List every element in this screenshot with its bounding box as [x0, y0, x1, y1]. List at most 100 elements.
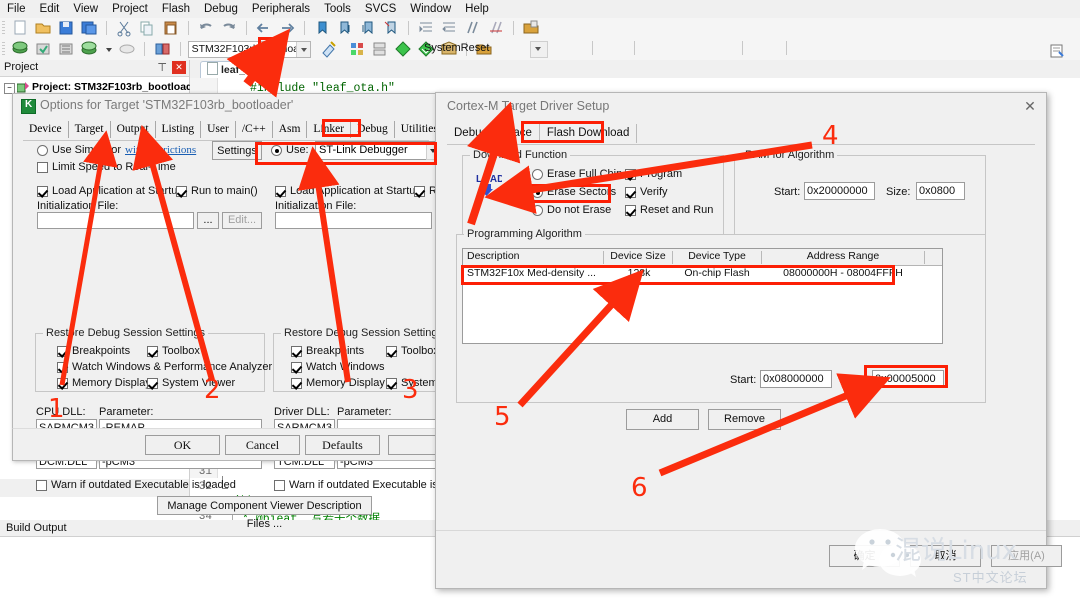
- prev-bookmark-icon[interactable]: [359, 19, 377, 37]
- outdent-icon[interactable]: [440, 19, 458, 37]
- save-icon[interactable]: [57, 19, 75, 37]
- left-load-app-checkbox[interactable]: [37, 186, 48, 197]
- options-cancel-button[interactable]: Cancel: [225, 435, 300, 455]
- ram-start-input[interactable]: 0x20000000: [804, 182, 875, 200]
- right-watch-checkbox[interactable]: [291, 362, 302, 373]
- limit-speed-checkbox[interactable]: [37, 162, 48, 173]
- menu-item-window[interactable]: Window: [403, 0, 458, 18]
- left-init-file-input[interactable]: [37, 212, 194, 229]
- column-header-address-range[interactable]: Address Range: [763, 250, 923, 262]
- column-header-device-size[interactable]: Device Size: [605, 250, 671, 262]
- batch-build-dropdown-icon[interactable]: [103, 40, 113, 58]
- paste-icon[interactable]: [162, 19, 180, 37]
- next-bookmark-icon[interactable]: [336, 19, 354, 37]
- tab-asm[interactable]: Asm: [273, 121, 308, 138]
- programming-algorithm-table[interactable]: Description Device Size Device Type Addr…: [462, 248, 943, 344]
- right-init-file-input[interactable]: [275, 212, 432, 229]
- flash-start-input[interactable]: 0x08000000: [760, 370, 832, 388]
- batch-build-icon[interactable]: [80, 40, 98, 58]
- menu-item-view[interactable]: View: [66, 0, 105, 18]
- verify-checkbox[interactable]: [625, 187, 636, 198]
- manage-project-items-icon[interactable]: [154, 40, 172, 58]
- left-sysviewer-checkbox[interactable]: [147, 378, 158, 389]
- open-file-icon[interactable]: [34, 19, 52, 37]
- tab-output[interactable]: Output: [111, 121, 156, 138]
- stop-build-icon[interactable]: [118, 40, 136, 58]
- right-breakpoints-checkbox[interactable]: [291, 346, 302, 357]
- menu-item-project[interactable]: Project: [105, 0, 155, 18]
- tab-target[interactable]: Target: [69, 121, 111, 138]
- right-sysviewer-checkbox[interactable]: [386, 378, 397, 389]
- column-header-device-type[interactable]: Device Type: [674, 250, 760, 262]
- left-toolbox-checkbox[interactable]: [147, 346, 158, 357]
- right-memory-checkbox[interactable]: [291, 378, 302, 389]
- ram-size-input[interactable]: 0x0800: [916, 182, 965, 200]
- program-checkbox[interactable]: [625, 169, 636, 180]
- manage-runtime-env-icon[interactable]: [348, 40, 366, 58]
- menu-item-help[interactable]: Help: [458, 0, 496, 18]
- left-memory-checkbox[interactable]: [57, 378, 68, 389]
- left-warn-outdated-checkbox[interactable]: [36, 480, 47, 491]
- menu-item-flash[interactable]: Flash: [155, 0, 197, 18]
- left-edit-button[interactable]: Edit...: [222, 212, 262, 229]
- use-simulator-radio[interactable]: [37, 145, 48, 156]
- menu-item-peripherals[interactable]: Peripherals: [245, 0, 317, 18]
- left-run-to-main-checkbox[interactable]: [176, 186, 187, 197]
- right-load-app-checkbox[interactable]: [275, 186, 286, 197]
- tab-user[interactable]: User: [201, 121, 236, 138]
- left-breakpoints-checkbox[interactable]: [57, 346, 68, 357]
- cut-icon[interactable]: [115, 19, 133, 37]
- indent-icon[interactable]: [417, 19, 435, 37]
- tab-listing[interactable]: Listing: [156, 121, 202, 138]
- navigate-forward-icon[interactable]: [278, 19, 296, 37]
- right-warn-outdated-checkbox[interactable]: [274, 480, 285, 491]
- undo-icon[interactable]: [197, 19, 215, 37]
- tab-cpp[interactable]: /C++: [236, 121, 273, 138]
- toolbar-grip[interactable]: [2, 41, 5, 57]
- new-file-icon[interactable]: [11, 19, 29, 37]
- build-target-icon[interactable]: [34, 40, 52, 58]
- rebuild-icon[interactable]: [57, 40, 75, 58]
- menu-item-svcs[interactable]: SVCS: [358, 0, 403, 18]
- menu-item-debug[interactable]: Debug: [197, 0, 245, 18]
- do-not-erase-radio[interactable]: [532, 205, 543, 216]
- manage-multiproject-icon[interactable]: [371, 40, 389, 58]
- menu-item-file[interactable]: File: [0, 0, 33, 18]
- open-project-icon[interactable]: [522, 19, 540, 37]
- left-watch-checkbox[interactable]: [57, 362, 68, 373]
- with-restrictions-link[interactable]: with restrictions: [125, 144, 196, 156]
- copy-icon[interactable]: [138, 19, 156, 37]
- new-item-diamond-icon[interactable]: [394, 40, 412, 58]
- pin-icon[interactable]: ⊤: [157, 61, 167, 74]
- erase-full-chip-radio[interactable]: [532, 169, 543, 180]
- target-options-icon[interactable]: [320, 40, 338, 58]
- manage-component-viewer-button[interactable]: Manage Component Viewer Description File…: [157, 496, 372, 530]
- reset-and-run-checkbox[interactable]: [625, 205, 636, 216]
- comment-icon[interactable]: [463, 19, 481, 37]
- left-browse-button[interactable]: ...: [197, 212, 219, 229]
- uncomment-icon[interactable]: [487, 19, 505, 37]
- redo-icon[interactable]: [220, 19, 238, 37]
- tab-device[interactable]: Device: [23, 121, 69, 138]
- chevron-down-icon[interactable]: [295, 41, 310, 57]
- bookmark-icon[interactable]: [313, 19, 331, 37]
- reset-combo-chevron-icon[interactable]: [530, 41, 548, 58]
- menu-item-tools[interactable]: Tools: [317, 0, 358, 18]
- right-run-to-main-checkbox[interactable]: [414, 186, 425, 197]
- menu-item-edit[interactable]: Edit: [33, 0, 67, 18]
- clear-bookmarks-icon[interactable]: [382, 19, 400, 37]
- toolbar-grip[interactable]: [2, 20, 5, 36]
- navigate-back-icon[interactable]: [255, 19, 273, 37]
- target-selector-combo[interactable]: STM32F103rb_bootloade: [187, 40, 311, 58]
- translate-file-icon[interactable]: [11, 40, 29, 58]
- load-window-icon[interactable]: [1048, 42, 1066, 60]
- options-defaults-button[interactable]: Defaults: [305, 435, 380, 455]
- close-icon[interactable]: ✕: [172, 61, 186, 74]
- right-toolbox-checkbox[interactable]: [386, 346, 397, 357]
- options-ok-button[interactable]: OK: [145, 435, 220, 455]
- remove-button[interactable]: Remove: [708, 409, 781, 430]
- add-button[interactable]: Add: [626, 409, 699, 430]
- close-icon[interactable]: ✕: [1018, 97, 1042, 115]
- cortex-tab-debug[interactable]: Debug: [447, 124, 496, 143]
- column-header-description[interactable]: Description: [467, 250, 601, 262]
